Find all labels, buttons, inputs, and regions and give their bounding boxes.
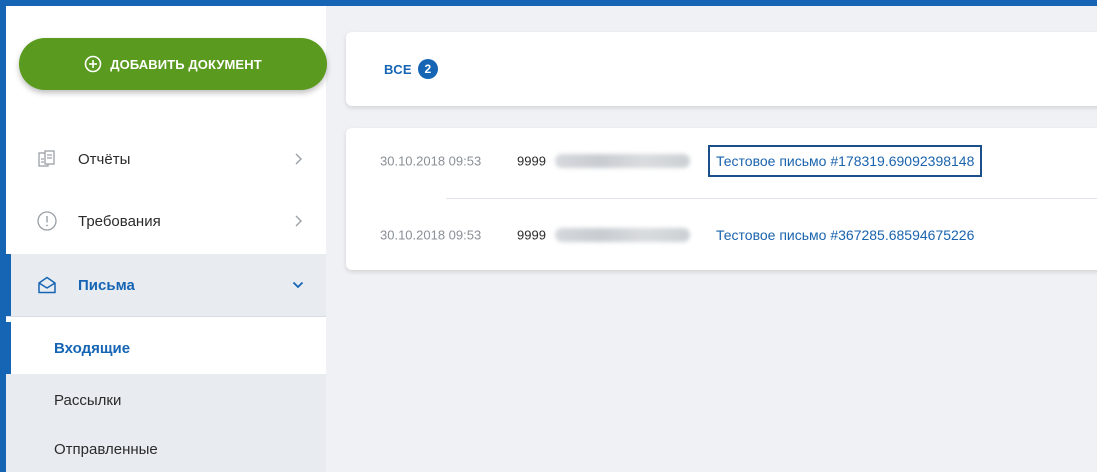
tab-all[interactable]: ВСЕ 2 <box>384 58 438 80</box>
redacted-sender-name <box>555 228 690 242</box>
sidebar-subitem-label: Рассылки <box>54 391 122 409</box>
chevron-right-icon <box>292 153 304 165</box>
filter-header: ВСЕ 2 <box>346 32 1106 106</box>
chevron-down-icon <box>292 279 304 291</box>
sidebar-item-requirements[interactable]: Требования <box>6 190 326 252</box>
message-date: 30.10.2018 09:53 <box>380 227 482 243</box>
divider <box>6 316 326 317</box>
sidebar-subitem-label: Отправленные <box>54 440 158 458</box>
sidebar-item-label: Письма <box>78 276 135 294</box>
sidebar-item-letters[interactable]: Письма <box>6 254 326 316</box>
envelope-icon <box>36 274 58 296</box>
count-badge: 2 <box>417 59 438 79</box>
sidebar-subitem-sent[interactable]: Отправленные <box>6 426 326 472</box>
sidebar-item-label: Требования <box>78 212 161 230</box>
sidebar-item-label: Отчёты <box>78 150 131 168</box>
add-document-label: ДОБАВИТЬ ДОКУМЕНТ <box>110 56 262 72</box>
sidebar-subitem-mailings[interactable]: Рассылки <box>6 374 326 426</box>
message-sender-code: 9999 <box>517 227 546 243</box>
message-list: 30.10.2018 09:53 9999 Тестовое письмо #1… <box>346 128 1106 270</box>
message-row[interactable]: 30.10.2018 09:53 9999 Тестовое письмо #3… <box>346 204 1106 266</box>
sidebar-subitem-label: Входящие <box>54 339 131 357</box>
message-subject-link[interactable]: Тестовое письмо #178319.69092398148 <box>707 145 983 177</box>
sidebar-subitem-inbox[interactable]: Входящие <box>6 322 326 374</box>
message-subject-link[interactable]: Тестовое письмо #367285.68594675226 <box>716 227 974 243</box>
app-frame-right <box>1097 0 1106 472</box>
add-document-button[interactable]: ДОБАВИТЬ ДОКУМЕНТ <box>19 38 327 90</box>
redacted-sender-name <box>555 154 690 168</box>
chevron-right-icon <box>292 215 304 227</box>
divider <box>446 198 1106 199</box>
message-row[interactable]: 30.10.2018 09:53 9999 Тестовое письмо #1… <box>346 130 1106 192</box>
plus-circle-icon <box>84 55 102 73</box>
report-icon <box>36 148 58 170</box>
message-date: 30.10.2018 09:53 <box>380 153 482 169</box>
tab-all-label: ВСЕ <box>384 61 412 77</box>
alert-circle-icon <box>36 210 58 232</box>
message-sender-code: 9999 <box>517 153 546 169</box>
sidebar-item-reports[interactable]: Отчёты <box>6 128 326 190</box>
